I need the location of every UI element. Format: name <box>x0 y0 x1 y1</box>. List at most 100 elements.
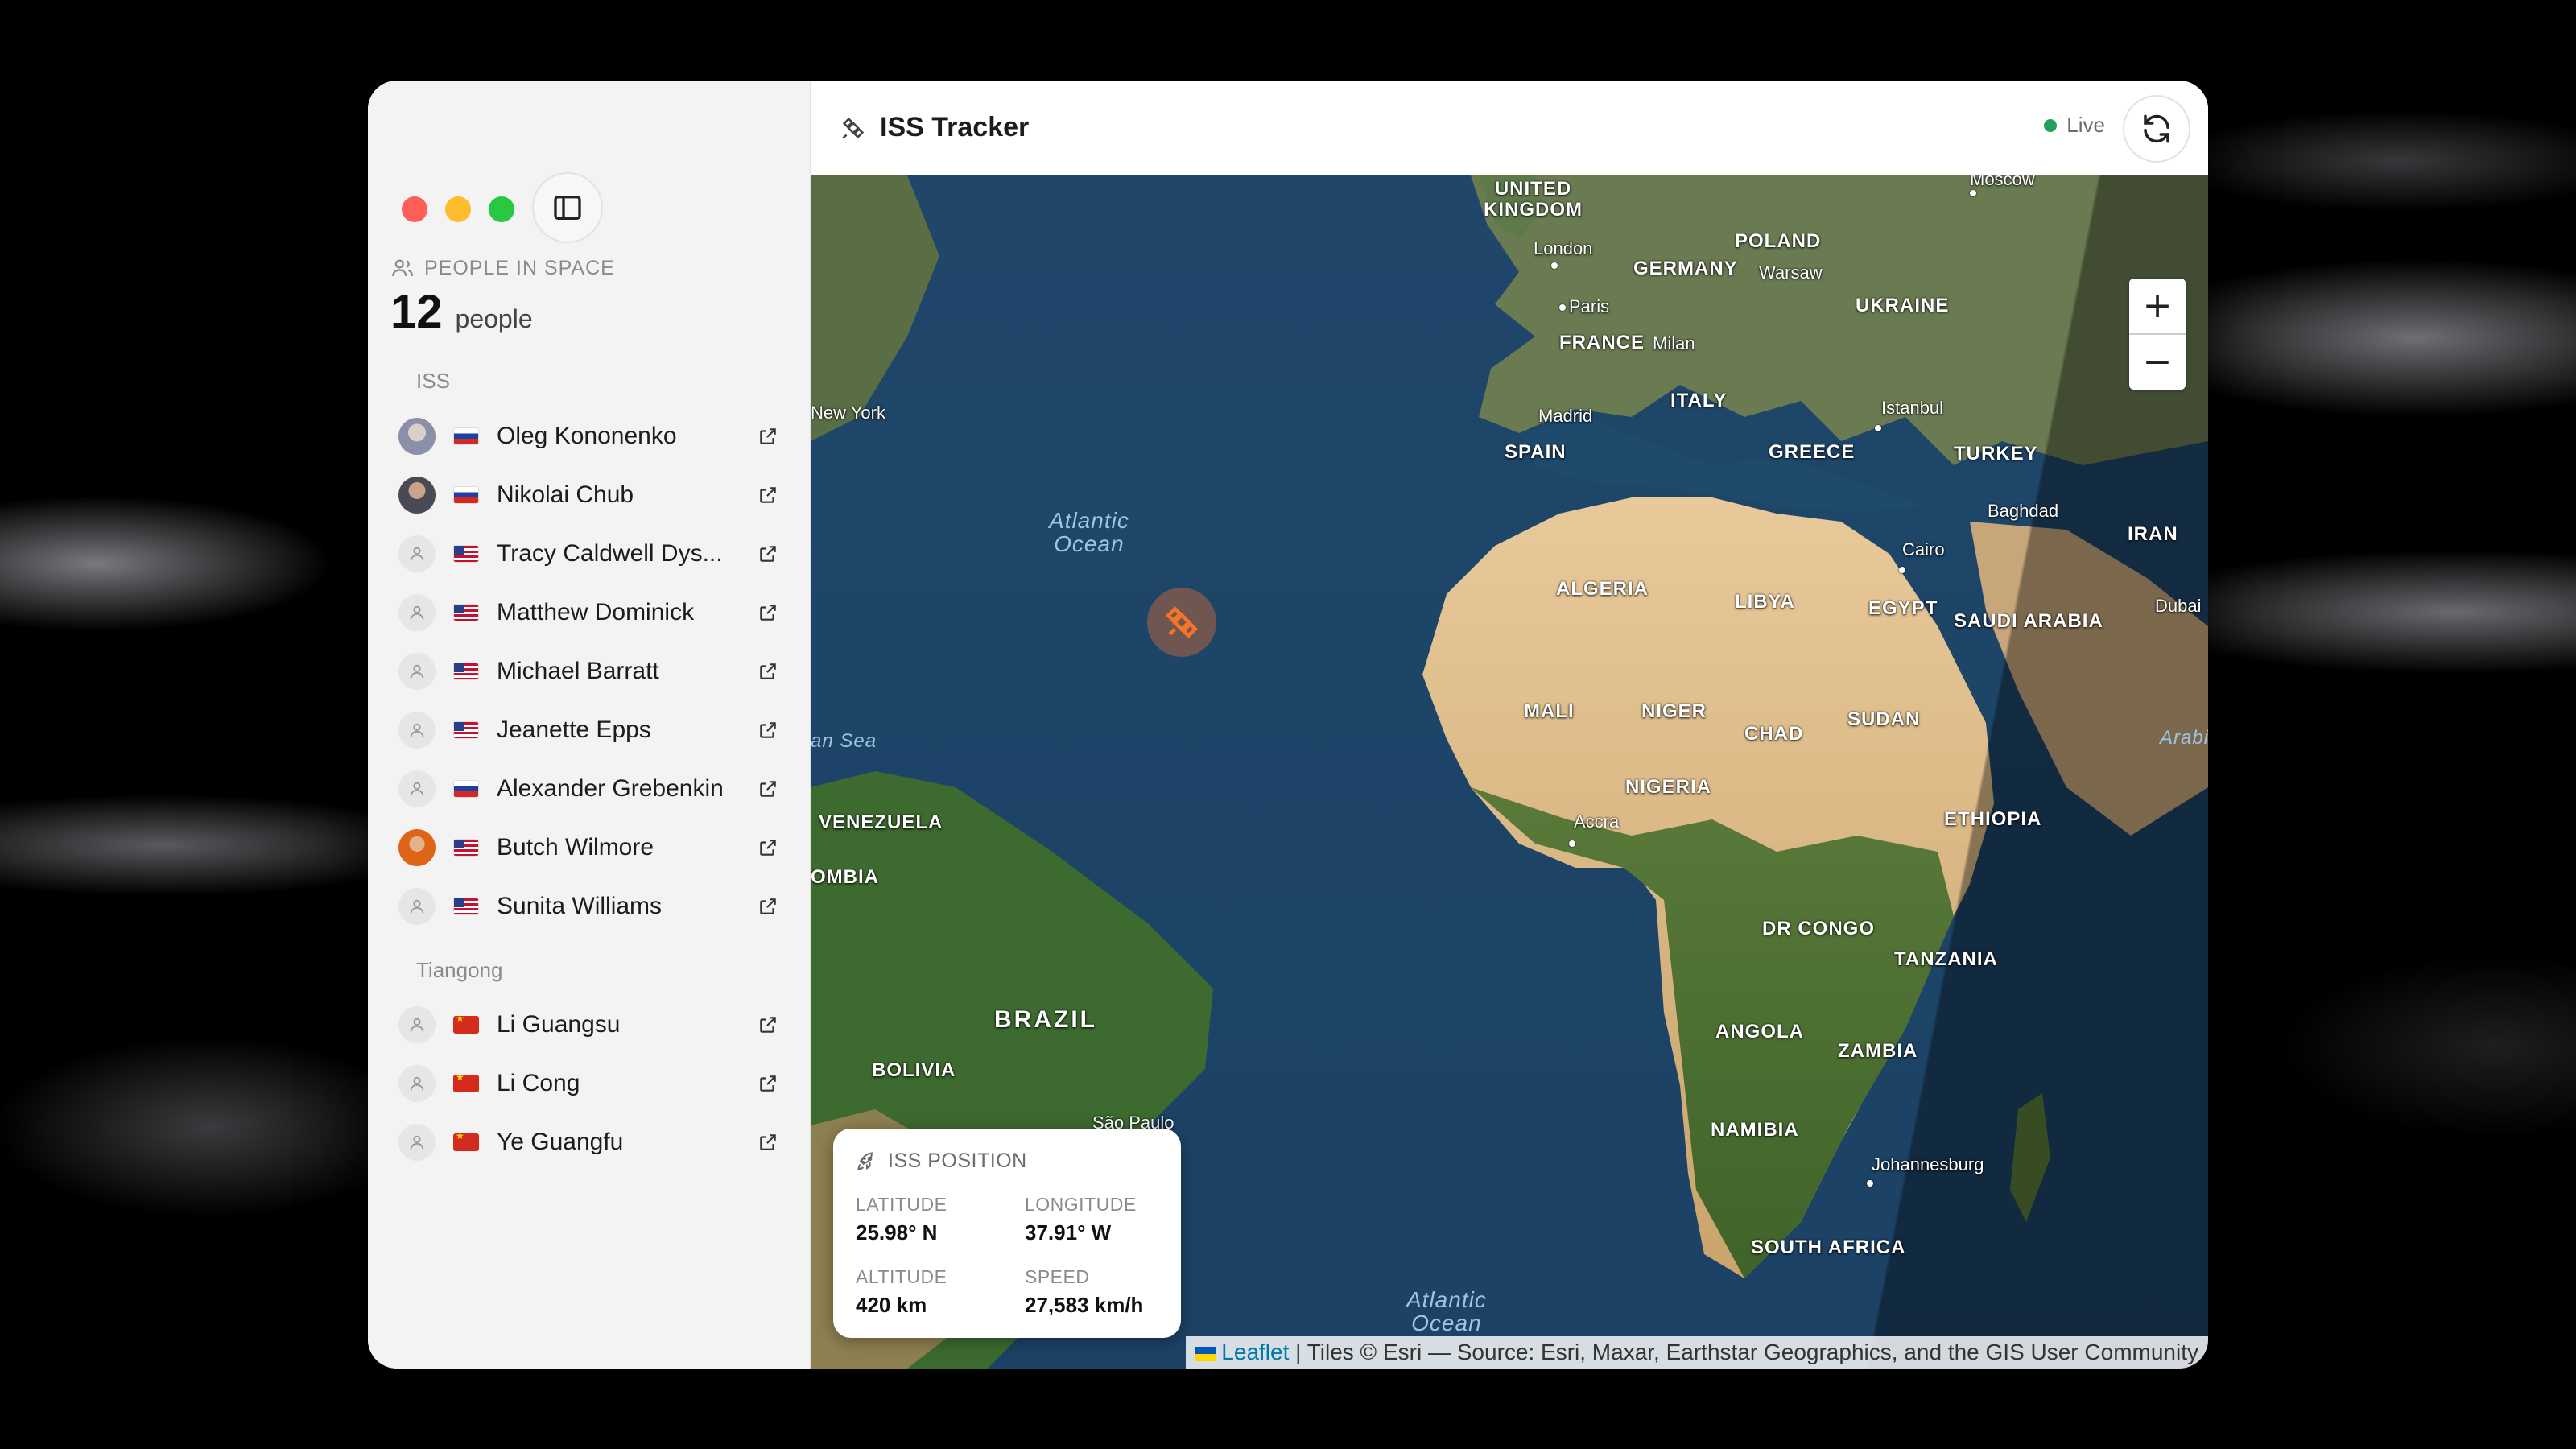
sidebar: PEOPLE IN SPACE 12 people ISS Oleg Konon… <box>368 80 811 1368</box>
person-row[interactable]: Tracy Caldwell Dys... <box>398 525 785 583</box>
satellite-icon <box>1166 606 1198 638</box>
avatar-placeholder-icon <box>398 712 436 749</box>
person-row[interactable]: Jeanette Epps <box>398 701 785 759</box>
iss-position-grid: LATITUDE 25.98° N LONGITUDE 37.91° W ALT… <box>856 1194 1158 1318</box>
map-label-mali: MALI <box>1524 700 1575 722</box>
person-row[interactable]: Matthew Dominick <box>398 584 785 642</box>
person-name: Ye Guangfu <box>497 1129 624 1155</box>
city-dot <box>1559 304 1566 311</box>
avatar-placeholder-icon <box>398 770 436 807</box>
person-name: Tracy Caldwell Dys... <box>497 540 723 567</box>
person-name: Li Guangsu <box>497 1011 621 1038</box>
person-row[interactable]: Butch Wilmore <box>398 819 785 877</box>
map-label-uk: UNITED KINGDOM <box>1484 178 1583 221</box>
altitude-cell: ALTITUDE 420 km <box>856 1266 1025 1318</box>
map-label-warsaw: Warsaw <box>1759 262 1823 283</box>
people-count-unit: people <box>455 304 533 333</box>
sidebar-toggle-button[interactable] <box>532 172 603 243</box>
person-row[interactable]: Ye Guangfu <box>398 1113 785 1171</box>
live-label: Live <box>2066 113 2105 137</box>
person-row[interactable]: Nikolai Chub <box>398 466 785 524</box>
external-link-icon[interactable] <box>756 836 780 860</box>
map-label-italy: ITALY <box>1670 390 1728 411</box>
person-row[interactable]: Oleg Kononenko <box>398 407 785 465</box>
map-label-istanbul: Istanbul <box>1881 398 1944 418</box>
zoom-in-button[interactable]: + <box>2129 279 2186 333</box>
group-label-iss: ISS <box>416 369 450 393</box>
avatar <box>398 829 436 866</box>
external-link-icon[interactable] <box>756 777 780 801</box>
map-label-atlantic-north: Atlantic Ocean <box>1049 508 1129 557</box>
external-link-icon[interactable] <box>756 483 780 507</box>
person-name: Sunita Williams <box>497 893 663 919</box>
minimize-window-button[interactable] <box>445 196 471 222</box>
flag-russia-icon <box>453 780 479 798</box>
person-name: Matthew Dominick <box>497 599 695 625</box>
map-label-arabian-sea: Arabi <box>2160 727 2208 749</box>
map-label-zambia: ZAMBIA <box>1838 1040 1918 1062</box>
maximize-window-button[interactable] <box>489 196 514 222</box>
person-row[interactable]: Li Cong <box>398 1055 785 1113</box>
map-label-angola: ANGOLA <box>1715 1021 1804 1042</box>
group-label-tiangong: Tiangong <box>416 958 503 982</box>
iss-position-title: ISS POSITION <box>888 1150 1027 1172</box>
longitude-label: LONGITUDE <box>1025 1194 1137 1215</box>
person-name: Alexander Grebenkin <box>497 775 724 802</box>
external-link-icon[interactable] <box>756 542 780 566</box>
map-label-tanzania: TANZANIA <box>1894 948 1998 970</box>
world-map[interactable]: UNITED KINGDOM London GERMANY POLAND War… <box>811 175 2208 1368</box>
map-label-dr-congo: DR CONGO <box>1762 918 1875 939</box>
map-label-algeria: ALGERIA <box>1556 578 1649 600</box>
map-label-iran: IRAN <box>2128 523 2178 545</box>
live-status-dot <box>2044 118 2058 132</box>
map-label-france: FRANCE <box>1559 332 1645 353</box>
map-label-venezuela: VENEZUELA <box>819 811 943 833</box>
city-dot <box>1875 425 1881 431</box>
map-label-paris: Paris <box>1569 296 1610 316</box>
external-link-icon[interactable] <box>756 1013 780 1037</box>
flag-usa-icon <box>453 604 479 621</box>
external-link-icon[interactable] <box>756 659 780 683</box>
person-name: Oleg Kononenko <box>497 423 677 449</box>
map-label-caribbean-sea: an Sea <box>811 730 877 752</box>
flag-usa-icon <box>453 545 479 563</box>
avatar-placeholder-icon <box>398 888 436 925</box>
map-label-moscow: Moscow <box>1970 175 2035 189</box>
close-window-button[interactable] <box>402 196 427 222</box>
person-row[interactable]: Michael Barratt <box>398 642 785 700</box>
person-name: Michael Barratt <box>497 658 659 684</box>
map-label-johannesburg: Johannesburg <box>1872 1154 1984 1174</box>
person-name: Butch Wilmore <box>497 834 654 861</box>
map-label-turkey: TURKEY <box>1954 443 2038 464</box>
external-link-icon[interactable] <box>756 424 780 448</box>
map-label-spain: SPAIN <box>1505 441 1567 463</box>
flag-china-icon <box>453 1013 479 1034</box>
zoom-out-button[interactable]: − <box>2129 335 2186 390</box>
map-label-bolivia: BOLIVIA <box>872 1059 956 1081</box>
avatar-placeholder-icon <box>398 1065 436 1102</box>
app-window: PEOPLE IN SPACE 12 people ISS Oleg Konon… <box>368 80 2208 1368</box>
flag-russia-icon <box>453 486 479 504</box>
external-link-icon[interactable] <box>756 718 780 742</box>
map-label-baghdad: Baghdad <box>1988 501 2059 521</box>
person-row[interactable]: Alexander Grebenkin <box>398 760 785 818</box>
map-label-libya: LIBYA <box>1735 591 1795 613</box>
person-row[interactable]: Li Guangsu <box>398 996 785 1054</box>
external-link-icon[interactable] <box>756 894 780 919</box>
leaflet-link[interactable]: Leaflet <box>1221 1340 1289 1364</box>
external-link-icon[interactable] <box>756 1130 780 1154</box>
people-in-space-label: PEOPLE IN SPACE <box>424 256 615 279</box>
latitude-value: 25.98° N <box>856 1220 938 1245</box>
map-label-germany: GERMANY <box>1633 258 1738 279</box>
external-link-icon[interactable] <box>756 1071 780 1096</box>
flag-china-icon <box>453 1071 479 1092</box>
flag-usa-icon <box>453 721 479 739</box>
person-row[interactable]: Sunita Williams <box>398 877 785 935</box>
flag-usa-icon <box>453 663 479 680</box>
speed-label: SPEED <box>1025 1266 1090 1287</box>
external-link-icon[interactable] <box>756 601 780 625</box>
flag-usa-icon <box>453 839 479 857</box>
iss-marker[interactable] <box>1147 588 1216 657</box>
refresh-button[interactable] <box>2123 95 2190 163</box>
city-dot <box>1899 567 1905 573</box>
